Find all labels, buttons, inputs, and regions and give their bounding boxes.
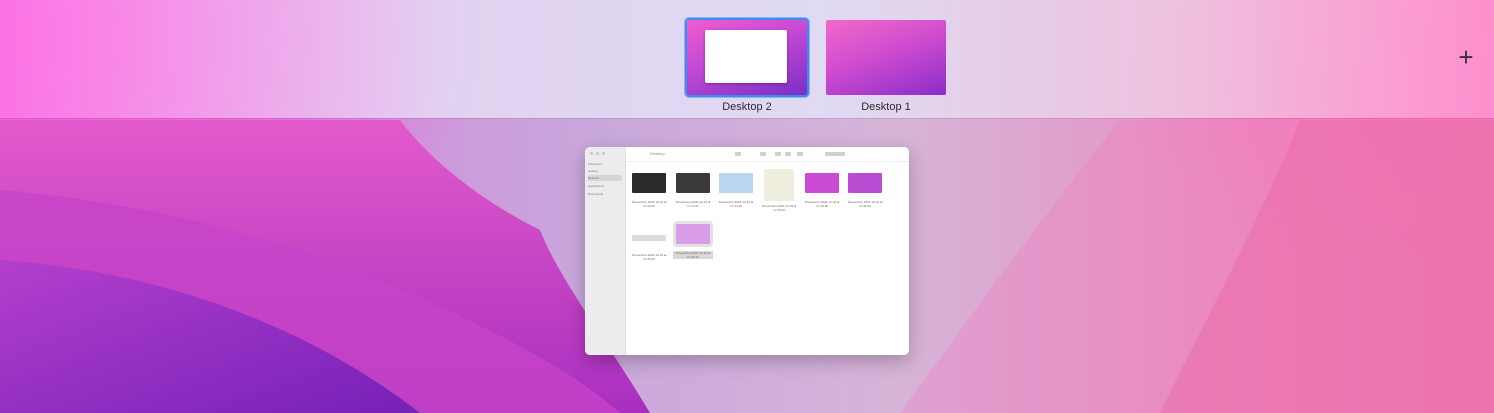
sidebar-heading: Favourites <box>588 162 603 166</box>
finder-toolbar: Desktop <box>625 147 909 162</box>
sidebar-item-airdrop[interactable]: Airdrop <box>588 168 622 174</box>
file-thumbnail <box>632 235 666 241</box>
file-item-selected[interactable]: Screenshot 2022-12-19 at 17.26.21 <box>673 221 713 259</box>
plus-icon[interactable]: + <box>1456 44 1476 70</box>
finder-window[interactable]: Favourites Airdrop Recents Applications … <box>585 147 909 355</box>
file-thumbnail <box>848 173 882 193</box>
mini-finder-window <box>705 30 787 83</box>
file-thumbnail <box>673 221 713 247</box>
space-desktop-2[interactable]: Desktop 2 <box>685 18 809 113</box>
file-caption: Screenshot 2022-12-19 at 17.26.21 <box>673 251 713 259</box>
file-thumbnail <box>632 173 666 193</box>
space-thumbnail[interactable] <box>824 18 948 97</box>
file-item[interactable]: Screenshot 2022-12-19 at 17.25.03 <box>759 169 799 212</box>
file-item[interactable]: Screenshot 2022-12-19 at 17.24.16 <box>629 173 669 208</box>
sidebar-item-documents[interactable]: Documents <box>588 191 622 197</box>
finder-sidebar: Favourites Airdrop Recents Applications … <box>585 147 626 355</box>
sidebar-item-recents[interactable]: Recents <box>588 175 622 181</box>
search-field[interactable] <box>825 152 845 156</box>
file-thumbnail <box>676 173 710 193</box>
file-caption: Screenshot 2022-12-19 at 17.25.33 <box>847 200 883 208</box>
space-thumbnail[interactable] <box>685 18 809 97</box>
file-thumbnail <box>764 169 794 201</box>
file-item[interactable]: Screenshot 2022-12-19 at 17.26.05 <box>629 227 669 261</box>
file-caption: Screenshot 2022-12-19 at 17.25.18 <box>804 200 840 208</box>
file-item[interactable]: Screenshot 2022-12-19 at 17.24.40 <box>716 173 756 208</box>
tag-button[interactable] <box>785 152 791 156</box>
file-caption: Screenshot 2022-12-19 at 17.24.16 <box>631 200 667 208</box>
view-toggle[interactable] <box>735 152 741 156</box>
file-item[interactable]: Screenshot 2022-12-19 at 17.25.18 <box>802 173 842 208</box>
space-desktop-1[interactable]: Desktop 1 <box>824 18 948 113</box>
sidebar-item-applications[interactable]: Applications <box>588 183 622 189</box>
file-caption: Screenshot 2022-12-19 at 17.24.40 <box>718 200 754 208</box>
window-title: Desktop <box>650 151 665 156</box>
action-button[interactable] <box>797 152 803 156</box>
file-caption: Screenshot 2022-12-19 at 17.26.05 <box>631 253 667 261</box>
file-thumbnail <box>805 173 839 193</box>
space-label: Desktop 1 <box>861 101 911 113</box>
file-caption: Screenshot 2022-12-19 at 17.24.21 <box>675 200 711 208</box>
group-button[interactable] <box>760 152 766 156</box>
file-item[interactable]: Screenshot 2022-12-19 at 17.25.33 <box>845 173 885 208</box>
share-button[interactable] <box>775 152 781 156</box>
window-controls[interactable] <box>590 152 605 155</box>
file-thumbnail <box>719 173 753 193</box>
file-item[interactable]: Screenshot 2022-12-19 at 17.24.21 <box>673 173 713 208</box>
space-label: Desktop 2 <box>722 101 772 113</box>
file-caption: Screenshot 2022-12-19 at 17.25.03 <box>761 204 797 212</box>
spaces-bar: Desktop 2 Desktop 1 + <box>0 0 1494 118</box>
